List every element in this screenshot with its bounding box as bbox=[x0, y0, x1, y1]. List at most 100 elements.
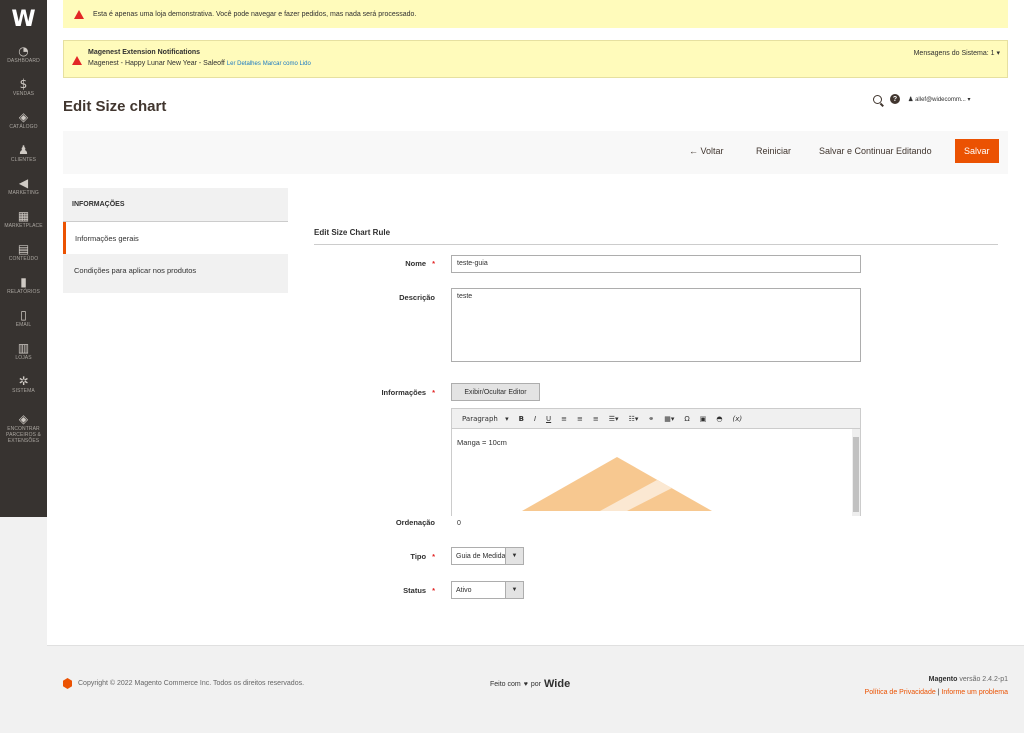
mark-read-link[interactable]: Marcar como Lido bbox=[263, 61, 311, 67]
gear-icon: ✲ bbox=[18, 374, 29, 388]
nav-item-lojas[interactable]: ▥ LOJAS bbox=[0, 335, 47, 368]
underline-icon[interactable]: U bbox=[541, 415, 556, 423]
size-chart-image bbox=[522, 457, 712, 511]
nav-item-relatórios[interactable]: ▮ RELATÓRIOS bbox=[0, 269, 47, 302]
search-icon[interactable] bbox=[873, 94, 882, 104]
nav-item-dashboard[interactable]: ◔ DASHBOARD bbox=[0, 38, 47, 71]
nav-label: DASHBOARD bbox=[7, 58, 40, 64]
help-icon[interactable]: ? bbox=[890, 94, 900, 104]
nav-label: LOJAS bbox=[15, 355, 32, 361]
dollar-icon: $ bbox=[19, 77, 28, 91]
footer: Copyright © 2022 Magento Commerce Inc. T… bbox=[47, 645, 1024, 733]
nav-item-marketing[interactable]: ◀ MARKETING bbox=[0, 170, 47, 203]
name-label-text: Nome bbox=[405, 259, 427, 268]
description-textarea[interactable]: teste bbox=[451, 288, 861, 362]
bullet-list-icon[interactable]: ☰▾ bbox=[604, 415, 624, 423]
nav-item-marketplace[interactable]: ▦ MARKETPLACE bbox=[0, 203, 47, 236]
scrollbar-thumb[interactable] bbox=[853, 437, 859, 512]
warning-icon bbox=[74, 9, 84, 19]
tab-conditions[interactable]: Condições para aplicar nos produtos bbox=[63, 254, 288, 286]
nav-item-conteúdo[interactable]: ▤ CONTEÚDO bbox=[0, 236, 47, 269]
caret-down-icon: ▾ bbox=[996, 50, 1000, 57]
person-icon: ♟ bbox=[18, 143, 29, 157]
description-label: Descrição bbox=[315, 293, 435, 302]
made-with: Feito com ♥ por Wide bbox=[490, 678, 570, 690]
nav-item-email[interactable]: ▯ EMAIL bbox=[0, 302, 47, 335]
description-label-text: Descrição bbox=[399, 293, 435, 302]
by-text: por bbox=[530, 680, 542, 688]
order-input[interactable]: 0 bbox=[451, 516, 861, 532]
warning-icon bbox=[72, 56, 82, 65]
system-messages-toggle[interactable]: Mensagens do Sistema: 1 ▾ bbox=[914, 49, 1000, 57]
nav-label: ENCONTRAR PARCEIROS & EXTENSÕES bbox=[6, 426, 41, 444]
name-input[interactable]: teste-guia bbox=[451, 255, 861, 273]
back-button[interactable]: ← Voltar bbox=[689, 139, 724, 163]
nav-label: CATÁLOGO bbox=[9, 124, 38, 130]
user-email: allef@widecomm... bbox=[915, 96, 966, 103]
wysiwyg-editor[interactable]: Paragraph ▾ B I U ≡ ≡ ≡ ☰▾ ☷▾ ⚭ ▦▾ Ω ▣ ◓… bbox=[451, 408, 861, 532]
status-label-text: Status bbox=[403, 586, 427, 595]
table-icon[interactable]: ▦▾ bbox=[659, 415, 679, 423]
privacy-link[interactable]: Política de Privacidade bbox=[865, 689, 936, 696]
image-icon[interactable]: ▣ bbox=[695, 415, 712, 423]
admin-sidebar: W ◔ DASHBOARD $ VENDAS ◈ CATÁLOGO ♟ CLIENTES ◀ MA… bbox=[0, 0, 47, 517]
copyright: Copyright © 2022 Magento Commerce Inc. T… bbox=[63, 678, 304, 689]
nav-label: EMAIL bbox=[15, 322, 32, 328]
version-text: versão 2.4.2-p1 bbox=[959, 676, 1008, 683]
numbered-list-icon[interactable]: ☷▾ bbox=[624, 415, 644, 423]
variable-icon[interactable]: (x) bbox=[727, 415, 747, 423]
order-label-text: Ordenação bbox=[395, 518, 435, 527]
section-divider bbox=[314, 244, 998, 245]
editor-content-text: Manga = 10cm bbox=[457, 438, 507, 447]
italic-icon[interactable]: I bbox=[529, 415, 541, 423]
partners-icon: ◈ bbox=[18, 412, 29, 426]
nav-item-vendas[interactable]: $ VENDAS bbox=[0, 71, 47, 104]
notification-title: Magenest Extension Notifications bbox=[88, 49, 201, 56]
nav-item-encontrar[interactable]: ◈ ENCONTRAR PARCEIROS & EXTENSÕES bbox=[0, 401, 47, 456]
toggle-editor-button[interactable]: Exibir/Ocultar Editor bbox=[451, 383, 540, 401]
link-icon[interactable]: ⚭ bbox=[643, 415, 659, 423]
heart-icon: ♥ bbox=[523, 680, 528, 688]
reset-button[interactable]: Reiniciar bbox=[756, 139, 791, 163]
logo[interactable]: W bbox=[0, 0, 47, 38]
bar-chart-icon: ▮ bbox=[20, 275, 27, 289]
widget-icon[interactable]: ◓ bbox=[711, 415, 727, 423]
align-right-icon[interactable]: ≡ bbox=[588, 415, 604, 423]
made-with-text: Feito com bbox=[490, 680, 521, 688]
status-select-value: Ativo bbox=[456, 586, 472, 594]
main-content: Esta é apenas uma loja demonstrativa. Vo… bbox=[47, 0, 1024, 645]
store-icon: ▦ bbox=[17, 209, 30, 223]
nav-item-catálogo[interactable]: ◈ CATÁLOGO bbox=[0, 104, 47, 137]
tabs-header: INFORMAÇÕES bbox=[63, 188, 288, 222]
status-select[interactable]: Ativo ▼ bbox=[451, 581, 524, 599]
demo-notice-text: Esta é apenas uma loja demonstrativa. Vo… bbox=[93, 10, 417, 18]
shop-icon: ▥ bbox=[17, 341, 30, 355]
nav-label: MARKETING bbox=[8, 190, 39, 196]
format-select[interactable]: Paragraph ▾ bbox=[452, 415, 514, 423]
save-continue-label: Salvar e Continuar Editando bbox=[819, 146, 932, 156]
nav-item-sistema[interactable]: ✲ SISTEMA bbox=[0, 368, 47, 401]
tab-general-info[interactable]: Informações gerais bbox=[63, 222, 288, 254]
nav-item-clientes[interactable]: ♟ CLIENTES bbox=[0, 137, 47, 170]
footer-legal: Magento versão 2.4.2-p1 Política de Priv… bbox=[865, 673, 1008, 699]
type-label-text: Tipo bbox=[410, 552, 427, 561]
align-center-icon[interactable]: ≡ bbox=[572, 415, 588, 423]
chevron-down-icon: ▼ bbox=[505, 582, 523, 598]
page-title: Edit Size chart bbox=[63, 98, 167, 115]
align-left-icon[interactable]: ≡ bbox=[556, 415, 572, 423]
save-button[interactable]: Salvar bbox=[955, 139, 999, 163]
bold-icon[interactable]: B bbox=[514, 415, 529, 423]
user-menu[interactable]: ♟ allef@widecomm... ▾ bbox=[908, 96, 971, 103]
save-continue-button[interactable]: Salvar e Continuar Editando bbox=[819, 139, 932, 163]
back-label: Voltar bbox=[700, 146, 724, 156]
report-problem-link[interactable]: Informe um problema bbox=[941, 689, 1008, 696]
notification-text: Magenest - Happy Lunar New Year - Saleof… bbox=[88, 60, 311, 67]
type-label: Tipo * bbox=[410, 552, 435, 561]
special-char-icon[interactable]: Ω bbox=[679, 415, 694, 423]
form-tabs: INFORMAÇÕES Informações gerais Condições… bbox=[63, 188, 288, 293]
wide-logo: Wide bbox=[544, 678, 571, 690]
copyright-text: Copyright © 2022 Magento Commerce Inc. T… bbox=[78, 680, 305, 687]
read-details-link[interactable]: Ler Detalhes bbox=[227, 61, 261, 67]
type-select[interactable]: Guia de Medidas ▼ bbox=[451, 547, 524, 565]
editor-toolbar: Paragraph ▾ B I U ≡ ≡ ≡ ☰▾ ☷▾ ⚭ ▦▾ Ω ▣ ◓… bbox=[452, 409, 860, 429]
